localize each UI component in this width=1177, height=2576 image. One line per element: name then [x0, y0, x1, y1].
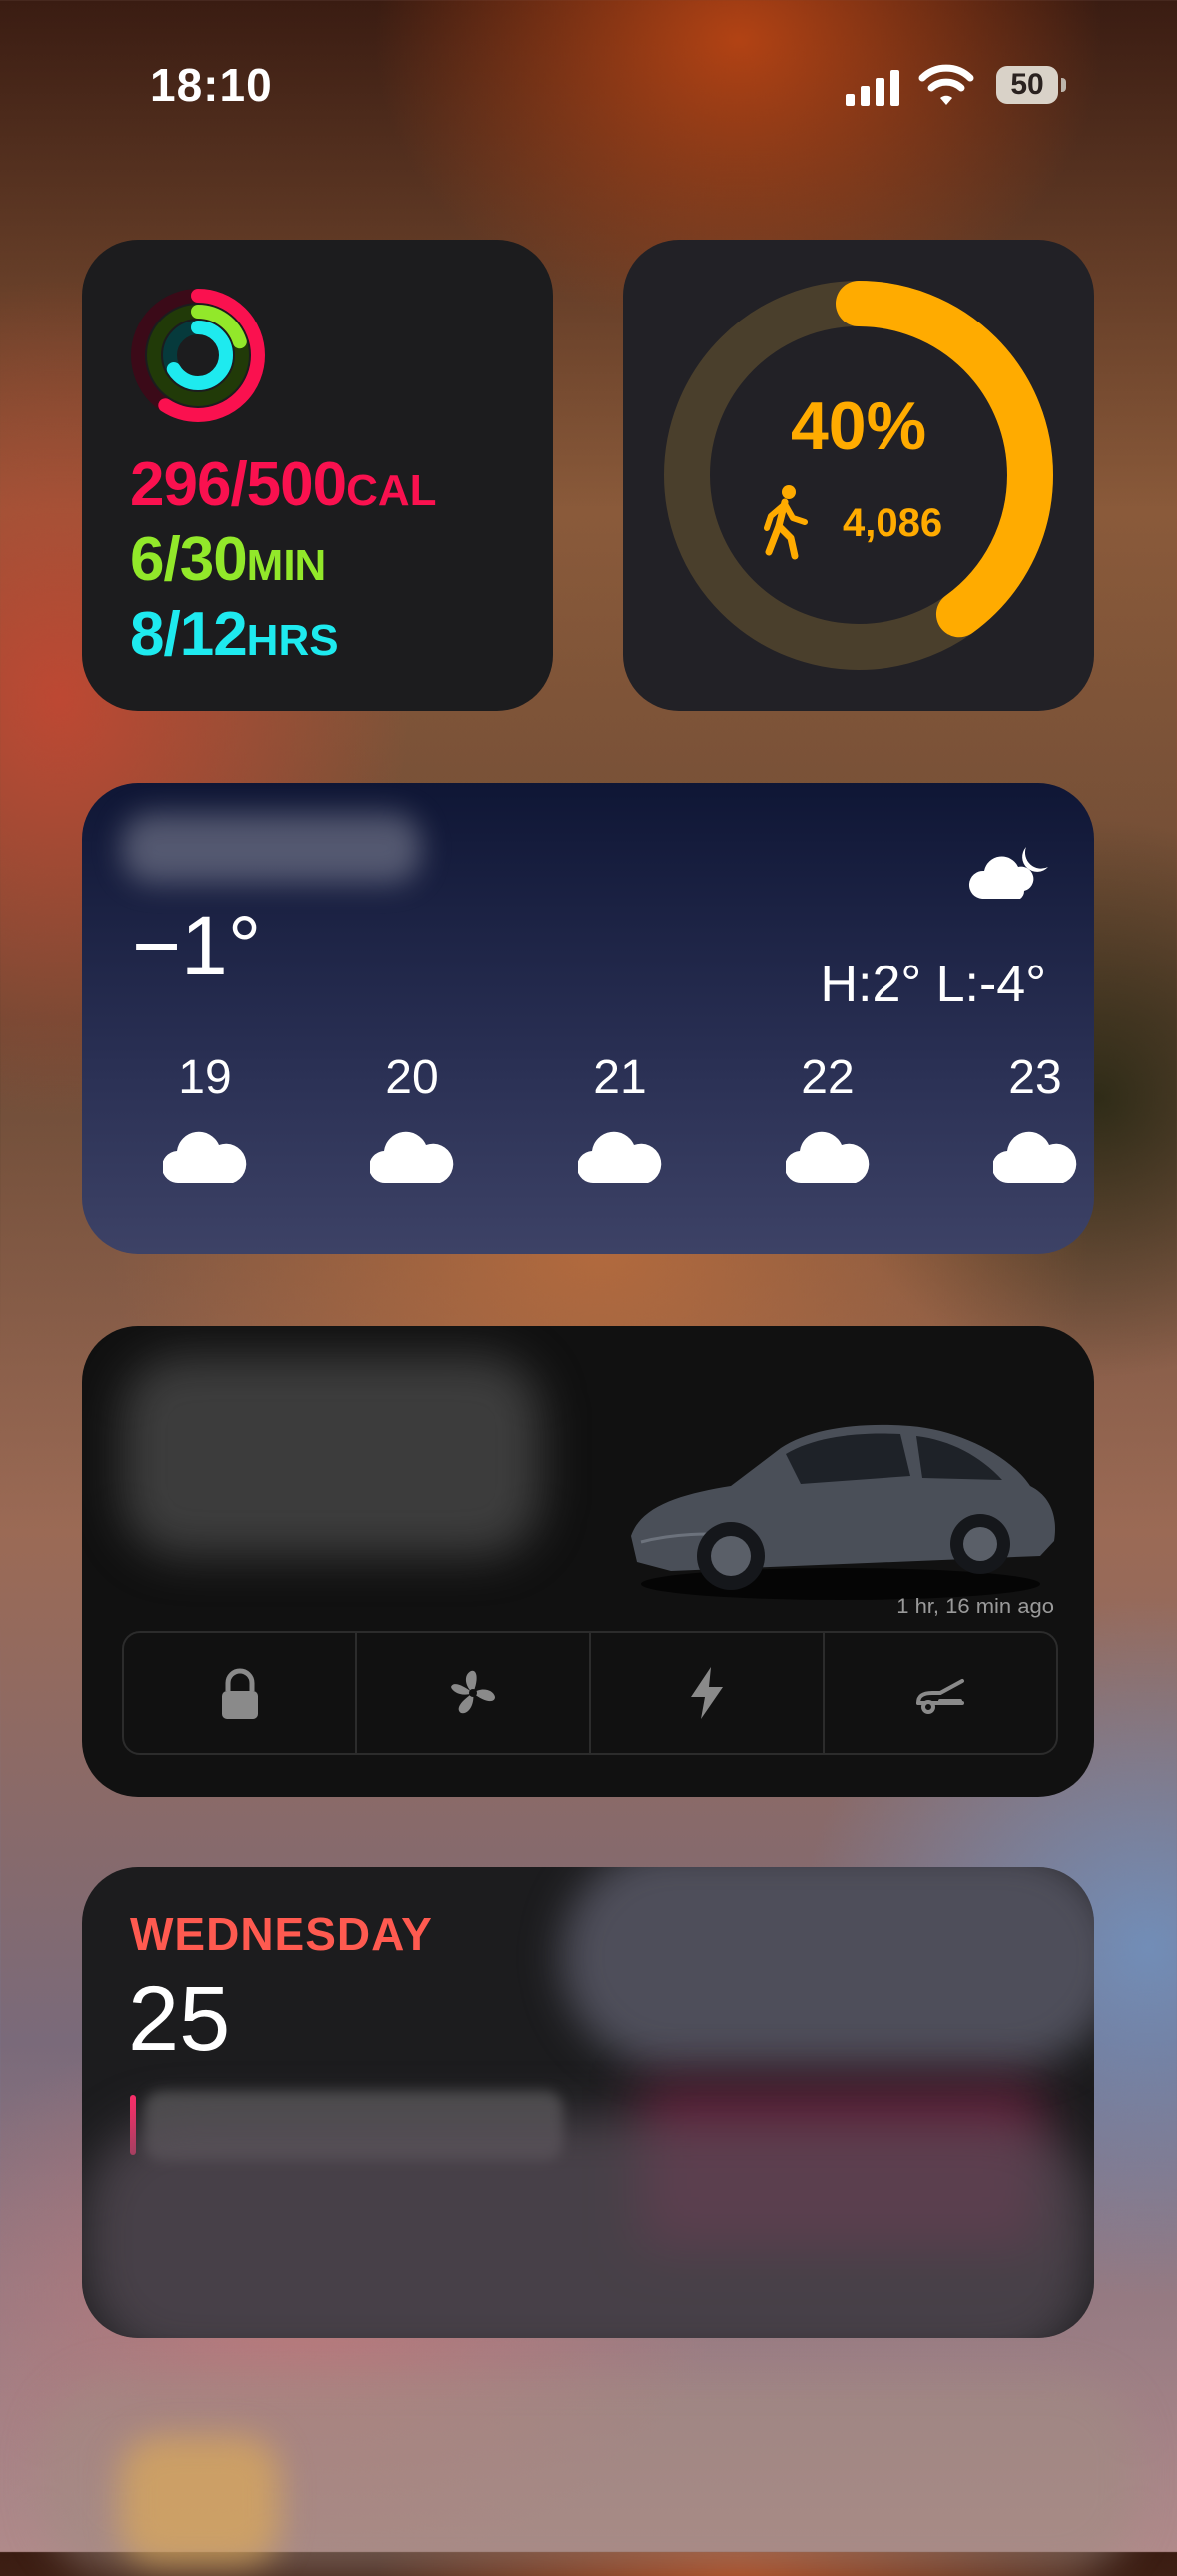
steps-percent: 40% [790, 388, 927, 464]
stand-value: 8/12 [130, 600, 248, 669]
move-value: 296/500 [130, 450, 347, 519]
redacted-location [122, 813, 421, 883]
status-bar: 18:10 50 [0, 0, 1177, 170]
bolt-icon [691, 1667, 723, 1719]
step-count: 4,086 [843, 501, 943, 545]
redacted-events [82, 2117, 1094, 2338]
tesla-widget[interactable]: 1 hr, 16 min ago [82, 1326, 1094, 1797]
forecast-day: 19 [150, 1050, 260, 1187]
cloud-icon [578, 1131, 662, 1184]
cellular-signal-icon [846, 70, 899, 106]
climate-button[interactable] [357, 1633, 591, 1753]
forecast-day: 20 [357, 1050, 467, 1187]
vehicle-controls [122, 1631, 1058, 1755]
exercise-value: 6/30 [130, 525, 248, 594]
move-stat: 296/500CAL [130, 449, 437, 520]
battery-indicator: 50 [996, 66, 1068, 106]
activity-rings-icon [131, 289, 265, 422]
forecast-day: 23 [980, 1050, 1090, 1187]
current-temperature: −1° [132, 899, 262, 992]
cloud-icon [370, 1131, 454, 1184]
redacted-vehicle-info [122, 1356, 541, 1556]
forecast-day-label: 19 [178, 1051, 232, 1104]
stand-stat: 8/12HRS [130, 599, 339, 670]
cloud-icon [163, 1131, 247, 1184]
car-image [631, 1424, 1055, 1600]
forecast-day: 22 [773, 1050, 883, 1187]
forecast-day-label: 23 [1008, 1051, 1062, 1104]
steps-widget[interactable]: 40% 4,086 [623, 240, 1094, 711]
battery-level: 50 [996, 66, 1058, 104]
cloud-icon [786, 1131, 870, 1184]
steps-progress-ring [664, 281, 1053, 670]
forecast-day-label: 21 [593, 1051, 647, 1104]
calendar-widget[interactable]: WEDNESDAY 25 [82, 1867, 1094, 2338]
lock-icon [222, 1668, 258, 1719]
wifi-icon [918, 64, 974, 105]
forecast-day-label: 20 [385, 1051, 439, 1104]
status-time: 18:10 [150, 59, 273, 111]
lock-button[interactable] [124, 1633, 357, 1753]
walking-figure-icon [764, 485, 808, 560]
forecast-day-label: 22 [801, 1051, 855, 1104]
last-updated: 1 hr, 16 min ago [896, 1594, 1054, 1618]
frunk-button[interactable] [825, 1633, 1056, 1753]
partly-cloudy-night-icon [968, 847, 1048, 899]
weather-widget[interactable]: −1° H:2° L:-4° 19 20 21 22 23 [82, 783, 1094, 1254]
redacted-app-icon [120, 2436, 280, 2566]
high-low-temperature: H:2° L:-4° [820, 956, 1046, 1013]
redacted-events [561, 1867, 1094, 2067]
fan-icon [451, 1670, 495, 1714]
exercise-stat: 6/30MIN [130, 524, 326, 595]
stand-unit: HRS [246, 616, 339, 665]
charge-button[interactable] [591, 1633, 825, 1753]
cloud-icon [993, 1131, 1077, 1184]
battery-tip [1061, 78, 1066, 92]
forecast-day: 21 [565, 1050, 675, 1187]
exercise-unit: MIN [246, 541, 327, 590]
frunk-icon [916, 1679, 964, 1714]
move-unit: CAL [346, 466, 437, 515]
calendar-weekday: WEDNESDAY [130, 1908, 433, 1960]
calendar-date: 25 [128, 1968, 231, 2070]
activity-widget[interactable]: 296/500CAL 6/30MIN 8/12HRS [82, 240, 553, 711]
